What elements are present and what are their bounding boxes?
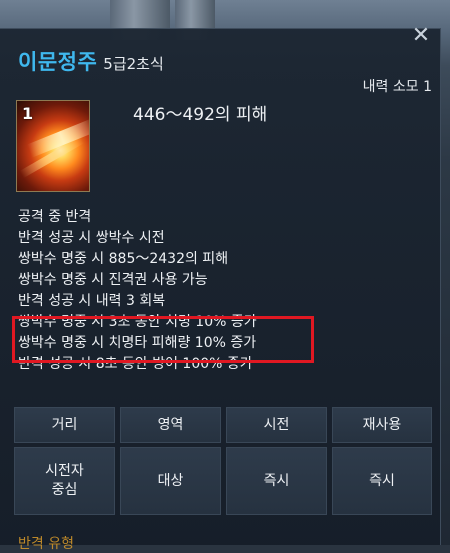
- info-cell-area: 영역: [120, 407, 221, 443]
- close-icon[interactable]: ✕: [410, 25, 432, 47]
- effect-line: 쌍박수 명중 시 진격권 사용 가능: [18, 272, 208, 288]
- info-cell-cast: 시전: [226, 407, 327, 443]
- info-cell-area-value: 대상: [120, 447, 221, 515]
- info-cell-range-value: 시전자 중심: [14, 447, 115, 515]
- icon-number: 1: [22, 104, 34, 123]
- flame-strike-icon: 1: [16, 100, 90, 192]
- effect-line: 반격 성공 시 내력 3 회복: [18, 293, 166, 309]
- skill-name: 이문정주: [18, 50, 98, 74]
- next-section-heading: 반격 유형: [18, 536, 74, 552]
- info-cell-cooldown: 재사용: [332, 407, 432, 443]
- highlight-box: [12, 316, 314, 363]
- effect-line: 공격 중 반격: [18, 209, 92, 225]
- resource-cost: 내력 소모 1: [362, 79, 432, 95]
- damage-range: 446～492의 피해: [133, 105, 268, 125]
- effect-line: 반격 성공 시 쌍박수 시전: [18, 230, 165, 246]
- info-cell-cooldown-value: 즉시: [332, 447, 432, 515]
- skill-rank: 5급2초식: [103, 55, 164, 73]
- info-cell-cast-value: 즉시: [226, 447, 327, 515]
- effect-line: 쌍박수 명중 시 885～2432의 피해: [18, 251, 229, 267]
- skill-title: 이문정주 5급2초식: [18, 46, 164, 76]
- info-cell-range: 거리: [14, 407, 115, 443]
